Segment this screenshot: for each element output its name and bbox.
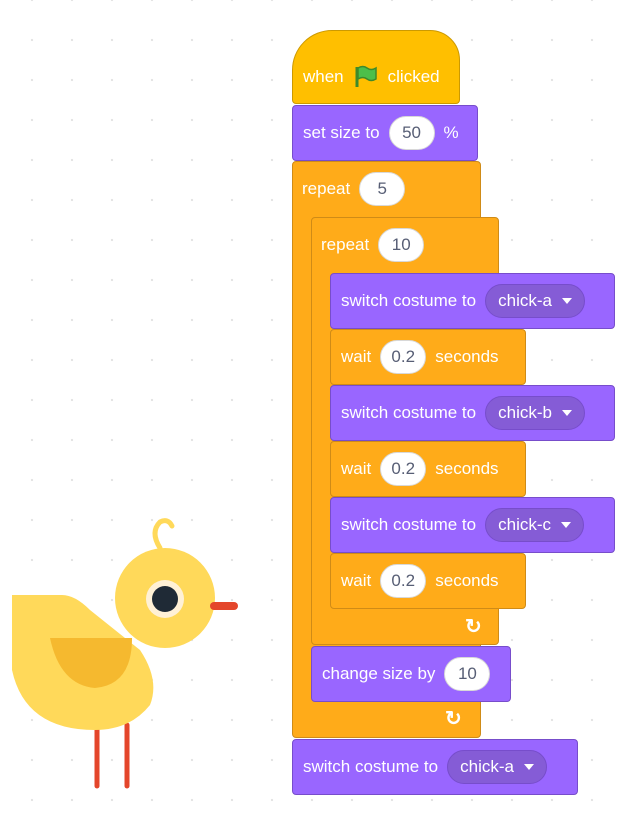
hat-when-label: when	[303, 67, 344, 86]
costume-dropdown[interactable]: chick-a	[485, 284, 585, 318]
inner-repeat-count-input[interactable]: 10	[378, 228, 425, 262]
chick-sprite	[12, 518, 238, 789]
costume-dropdown-value: chick-c	[498, 515, 552, 534]
when-flag-clicked-hat[interactable]: when clicked	[292, 30, 460, 104]
outer-loop-arrow-icon: ↻	[445, 708, 462, 730]
wait-unit: seconds	[435, 571, 499, 590]
costume-dropdown[interactable]: chick-c	[485, 508, 585, 542]
change-size-input[interactable]: 10	[444, 657, 491, 691]
set-size-label: set size to	[303, 123, 380, 142]
switch-costume-label: switch costume to	[341, 515, 477, 534]
wait-label: wait	[341, 347, 372, 366]
wait-block[interactable]: wait 0.2 seconds	[330, 441, 526, 497]
change-size-label: change size by	[322, 664, 436, 683]
switch-costume-block[interactable]: switch costume to chick-b	[330, 385, 615, 441]
hat-clicked-label: clicked	[387, 67, 440, 86]
wait-seconds-input[interactable]: 0.2	[380, 340, 427, 374]
wait-unit: seconds	[435, 459, 499, 478]
final-costume-dropdown-value: chick-a	[460, 757, 514, 776]
switch-costume-block[interactable]: switch costume to chick-c	[330, 497, 615, 553]
wait-block[interactable]: wait 0.2 seconds	[330, 329, 526, 385]
inner-loop-arrow-icon: ↻	[465, 616, 482, 638]
final-switch-costume-label: switch costume to	[303, 757, 439, 776]
outer-repeat-label: repeat	[302, 179, 351, 198]
chevron-down-icon	[561, 410, 572, 416]
switch-costume-label: switch costume to	[341, 403, 477, 422]
costume-dropdown-value: chick-a	[498, 291, 552, 310]
chevron-down-icon	[561, 298, 572, 304]
set-size-unit: %	[443, 123, 459, 142]
inner-repeat-label: repeat	[321, 235, 370, 254]
chevron-down-icon	[561, 522, 572, 528]
wait-block[interactable]: wait 0.2 seconds	[330, 553, 526, 609]
final-switch-costume-block[interactable]: switch costume to chick-a	[292, 739, 578, 795]
wait-seconds-input[interactable]: 0.2	[380, 564, 427, 598]
costume-dropdown-value: chick-b	[498, 403, 552, 422]
wait-label: wait	[341, 459, 372, 478]
costume-dropdown[interactable]: chick-b	[485, 396, 585, 430]
final-costume-dropdown[interactable]: chick-a	[447, 750, 547, 784]
chevron-down-icon	[523, 764, 534, 770]
change-size-block[interactable]: change size by 10	[311, 646, 511, 702]
set-size-input[interactable]: 50	[388, 116, 435, 150]
wait-seconds-input[interactable]: 0.2	[380, 452, 427, 486]
inner-repeat-header: repeat 10	[311, 217, 499, 273]
outer-repeat-header: repeat 5	[292, 161, 481, 217]
switch-costume-block[interactable]: switch costume to chick-a	[330, 273, 615, 329]
wait-unit: seconds	[435, 347, 499, 366]
green-flag-icon	[355, 65, 377, 87]
wait-label: wait	[341, 571, 372, 590]
outer-repeat-count-input[interactable]: 5	[359, 172, 406, 206]
switch-costume-label: switch costume to	[341, 291, 477, 310]
set-size-block[interactable]: set size to 50 %	[292, 105, 478, 161]
